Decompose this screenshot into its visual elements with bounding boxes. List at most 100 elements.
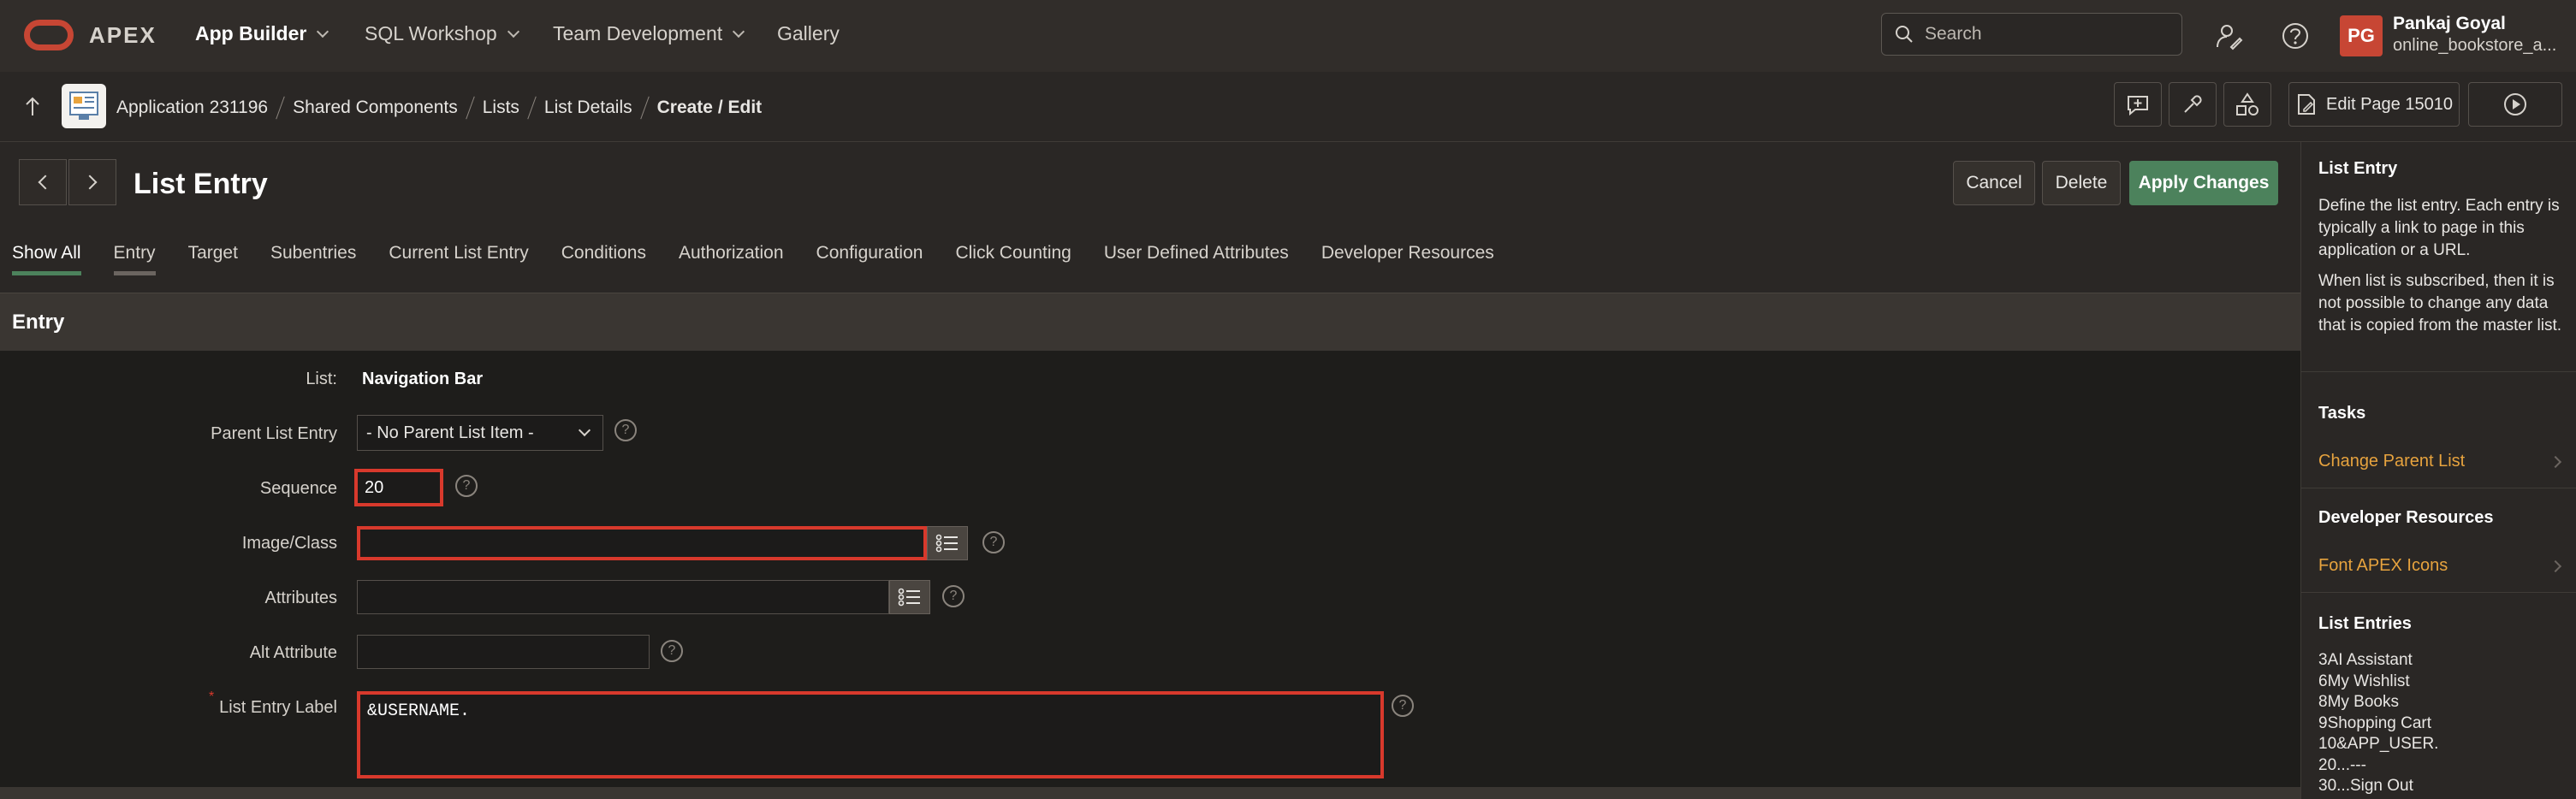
- list-icon: [935, 534, 958, 553]
- oracle-logo[interactable]: [24, 20, 74, 50]
- help-icon[interactable]: ?: [982, 531, 1005, 553]
- previous-button[interactable]: [19, 159, 67, 205]
- help-text-1: Define the list entry. Each entry is typ…: [2318, 197, 2560, 259]
- help-icon[interactable]: ?: [942, 585, 965, 607]
- change-parent-list-label: Change Parent List: [2318, 452, 2466, 471]
- list-entry-item[interactable]: 30...Sign Out: [2318, 776, 2438, 797]
- list-entries: 3AI Assistant 6My Wishlist 8My Books 9Sh…: [2318, 650, 2438, 797]
- breadcrumb-shared-components[interactable]: Shared Components: [293, 98, 458, 118]
- next-section-header: [0, 787, 2300, 799]
- nav-sql-workshop[interactable]: SQL Workshop: [365, 22, 519, 45]
- nav-gallery-label: Gallery: [777, 22, 840, 44]
- nav-app-builder-label: App Builder: [195, 22, 307, 44]
- run-page-button[interactable]: [2468, 82, 2562, 127]
- chevron-down-icon: [578, 423, 591, 437]
- application-icon[interactable]: [62, 84, 106, 128]
- delete-button[interactable]: Delete: [2042, 161, 2121, 205]
- list-entries-title: List Entries: [2318, 614, 2412, 633]
- help-icon[interactable]: ?: [661, 640, 683, 662]
- tasks-title: Tasks: [2318, 404, 2366, 423]
- chevron-down-icon: [507, 25, 519, 38]
- entry-form: List: Navigation Bar Parent List Entry -…: [0, 351, 2300, 799]
- user-workspace[interactable]: online_bookstore_a...: [2393, 36, 2556, 56]
- tab-entry[interactable]: Entry: [113, 243, 156, 275]
- chevron-down-icon: [317, 25, 329, 38]
- change-parent-list-link[interactable]: Change Parent List: [2318, 452, 2567, 471]
- developer-resources-title: Developer Resources: [2318, 508, 2494, 527]
- edit-page-label: Edit Page 15010: [2326, 94, 2453, 114]
- tab-configuration[interactable]: Configuration: [816, 243, 923, 275]
- tab-conditions[interactable]: Conditions: [561, 243, 646, 275]
- admin-user-icon[interactable]: [2211, 19, 2246, 53]
- attributes-input[interactable]: [357, 580, 889, 614]
- tab-subentries[interactable]: Subentries: [270, 243, 356, 275]
- shared-components-button[interactable]: [2223, 82, 2271, 127]
- global-search[interactable]: [1881, 13, 2182, 56]
- cancel-button[interactable]: Cancel: [1953, 161, 2035, 205]
- font-apex-icons-link[interactable]: Font APEX Icons: [2318, 556, 2567, 576]
- font-apex-icons-label: Font APEX Icons: [2318, 556, 2448, 575]
- help-icon[interactable]: ?: [1392, 695, 1414, 717]
- sequence-input[interactable]: [354, 469, 443, 506]
- image-class-label: Image/Class: [241, 534, 337, 553]
- list-icon: [898, 588, 920, 607]
- edit-page-button[interactable]: Edit Page 15010: [2288, 82, 2460, 127]
- tab-user-defined-attributes[interactable]: User Defined Attributes: [1104, 243, 1289, 275]
- list-value: Navigation Bar: [362, 370, 484, 388]
- apply-changes-button[interactable]: Apply Changes: [2129, 161, 2278, 205]
- breadcrumb-list-details[interactable]: List Details: [544, 98, 632, 118]
- tab-target[interactable]: Target: [188, 243, 238, 275]
- search-icon: [1896, 26, 1913, 43]
- utilities-button[interactable]: [2169, 82, 2217, 127]
- top-header: APEX App Builder SQL Workshop Team Devel…: [0, 0, 2576, 72]
- image-class-picker-button[interactable]: [927, 526, 968, 560]
- alt-attribute-label: Alt Attribute: [249, 643, 337, 662]
- nav-team-development[interactable]: Team Development: [553, 22, 745, 45]
- chevron-down-icon: [733, 25, 745, 38]
- help-icon[interactable]: [2278, 19, 2312, 53]
- tab-authorization[interactable]: Authorization: [679, 243, 784, 275]
- search-input[interactable]: [1925, 24, 2181, 44]
- help-icon[interactable]: ?: [614, 419, 637, 441]
- comment-add-icon: [2128, 96, 2148, 116]
- nav-app-builder[interactable]: App Builder: [195, 22, 329, 45]
- section-title: Entry: [12, 311, 65, 334]
- attributes-picker-button[interactable]: [889, 580, 930, 614]
- tab-developer-resources[interactable]: Developer Resources: [1321, 243, 1494, 275]
- list-entry-item[interactable]: 8My Books: [2318, 692, 2438, 713]
- help-title: List Entry: [2318, 159, 2398, 178]
- chevron-right-icon: [2549, 455, 2562, 468]
- tab-current-list-entry[interactable]: Current List Entry: [389, 243, 528, 275]
- breadcrumb-separator: [276, 96, 285, 120]
- list-entry-item[interactable]: 3AI Assistant: [2318, 650, 2438, 672]
- list-entry-item[interactable]: 9Shopping Cart: [2318, 713, 2438, 735]
- sequence-label: Sequence: [259, 479, 337, 498]
- list-entry-item[interactable]: 10&APP_USER.: [2318, 734, 2438, 755]
- list-entry-item[interactable]: 20...---: [2318, 755, 2438, 777]
- user-name[interactable]: Pankaj Goyal: [2393, 14, 2506, 34]
- breadcrumb-separator: [527, 96, 537, 120]
- play-icon: [2504, 93, 2526, 115]
- image-class-input[interactable]: [357, 526, 927, 560]
- alt-attribute-input[interactable]: [357, 635, 650, 669]
- breadcrumb-current: Create / Edit: [656, 98, 763, 117]
- list-entry-item[interactable]: 6My Wishlist: [2318, 672, 2438, 693]
- section-tabs: Show All Entry Target Subentries Current…: [12, 243, 1527, 275]
- list-label: List:: [306, 370, 337, 388]
- breadcrumb-lists[interactable]: Lists: [483, 98, 519, 118]
- nav-sql-workshop-label: SQL Workshop: [365, 22, 497, 44]
- apex-brand[interactable]: APEX: [89, 22, 157, 49]
- next-button[interactable]: [68, 159, 116, 205]
- arrow-up-icon[interactable]: [22, 96, 43, 118]
- avatar[interactable]: PG: [2340, 15, 2383, 56]
- parent-list-entry-select[interactable]: - No Parent List Item -: [357, 415, 603, 451]
- chevron-left-icon: [38, 175, 53, 190]
- tab-show-all[interactable]: Show All: [12, 243, 81, 275]
- help-icon[interactable]: ?: [455, 475, 478, 497]
- comments-button[interactable]: [2114, 82, 2162, 127]
- chevron-right-icon: [82, 175, 98, 190]
- tab-click-counting[interactable]: Click Counting: [955, 243, 1071, 275]
- nav-gallery[interactable]: Gallery: [777, 22, 840, 45]
- breadcrumb-application[interactable]: Application 231196: [116, 98, 268, 118]
- list-entry-label-textarea[interactable]: &USERNAME.: [357, 691, 1384, 778]
